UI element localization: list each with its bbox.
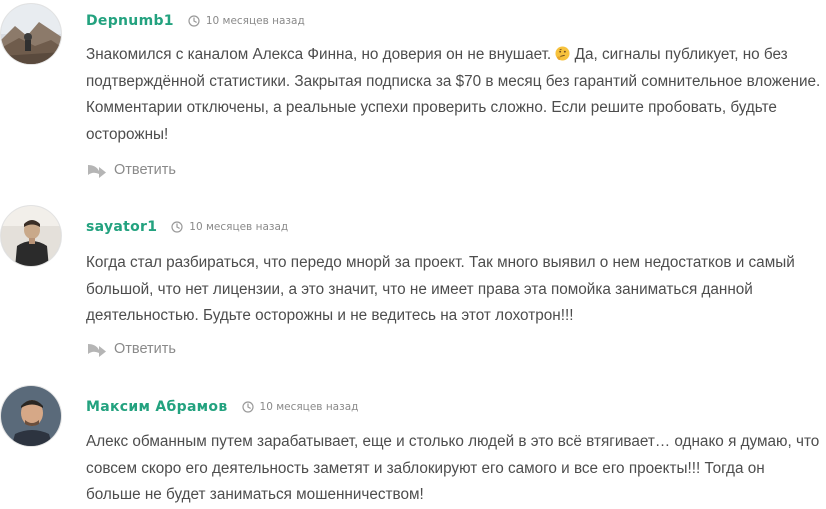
thinking-face-icon	[555, 46, 570, 61]
comment-text-body: Алекс обманным путем зарабатывает, еще и…	[86, 433, 820, 503]
reply-button[interactable]: Ответить	[87, 160, 176, 180]
comment-text-part: Знакомился с каналом Алекса Финна, но до…	[86, 46, 556, 63]
avatar[interactable]	[0, 3, 62, 65]
comment-date: 10 месяцев назад	[205, 15, 305, 27]
comment-date: 10 месяцев назад	[259, 401, 359, 413]
reply-label: Ответить	[114, 341, 176, 357]
reply-label: Ответить	[114, 162, 176, 178]
reply-arrow-icon	[88, 344, 106, 357]
reply-arrow-icon	[88, 165, 106, 178]
avatar[interactable]	[0, 385, 62, 447]
comment-date: 10 месяцев назад	[189, 221, 289, 233]
comment-text: Алекс обманным путем зарабатывает, еще и…	[86, 429, 821, 509]
comment-text: Когда стал разбираться, что передо мнорй…	[86, 250, 821, 330]
author-name[interactable]: Максим Абрамов	[86, 399, 228, 415]
reply-button[interactable]: Ответить	[87, 339, 176, 359]
author-name[interactable]: sayator1	[86, 219, 157, 235]
comment-meta: Максим Абрамов 10 месяцев назад	[86, 397, 358, 417]
author-name[interactable]: Depnumb1	[86, 13, 174, 29]
clock-icon	[188, 15, 200, 27]
man-portrait-avatar	[1, 386, 61, 446]
avatar[interactable]	[0, 205, 62, 267]
clock-icon	[241, 401, 254, 413]
comment-text-body: Когда стал разбираться, что передо мнорй…	[86, 254, 795, 324]
mountain-landscape-avatar	[1, 4, 61, 64]
person-dark-jacket-avatar	[1, 206, 61, 266]
comment-meta: Depnumb1 10 месяцев назад	[86, 11, 305, 31]
comment-text: Знакомился с каналом Алекса Финна, но до…	[86, 42, 821, 148]
comment-meta: sayator1 10 месяцев назад	[86, 217, 288, 237]
clock-icon	[171, 221, 183, 233]
